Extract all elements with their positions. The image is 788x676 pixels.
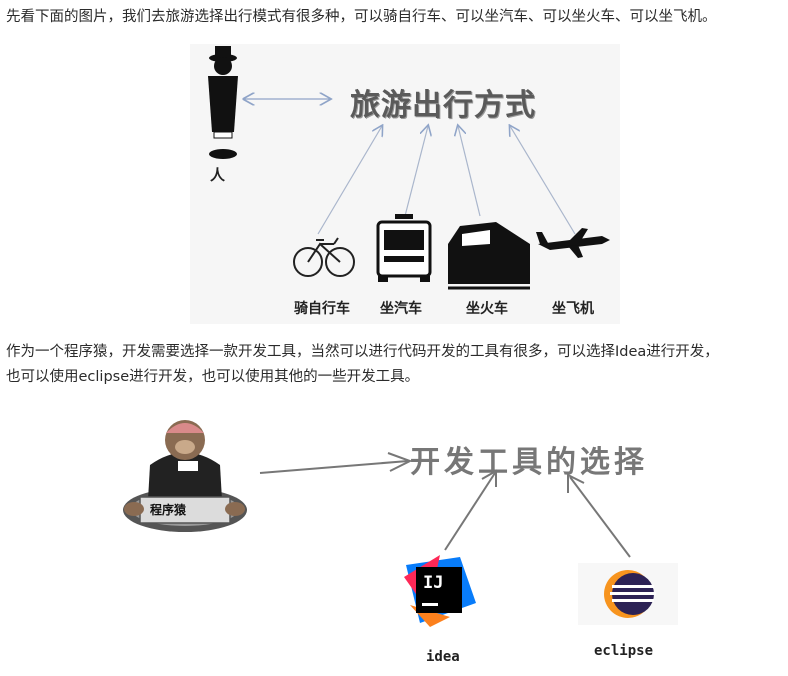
intro-paragraph-3: 也可以使用eclipse进行开发，也可以使用其他的一些开发工具。 [6,369,420,385]
person-icon [208,46,238,159]
programmer-label: 程序猿 [150,503,187,517]
option-train: 坐火车 [466,301,508,317]
intro-paragraph-1: 先看下面的图片，我们去旅游选择出行模式有很多种，可以骑自行车、可以坐汽车、可以坐… [6,9,717,25]
option-bicycle: 骑自行车 [294,301,350,317]
bus-icon [376,214,432,282]
option-plane: 坐飞机 [552,301,594,317]
tool-eclipse-label: eclipse [594,643,654,659]
dev-tools-figure: 开发工具的选择 程序猿 IJ idea eclipse [110,405,710,675]
dev-tools-title: 开发工具的选择 [410,445,648,480]
eclipse-logo-icon [578,563,678,625]
travel-modes-figure: 旅游出行方式 人 骑自行车 坐汽车 坐火车 坐飞机 [190,44,620,324]
intro-paragraph-2: 作为一个程序猿，开发需要选择一款开发工具，当然可以进行代码开发的工具有很多，可以… [6,344,719,360]
plane-icon [536,228,610,258]
option-bus: 坐汽车 [380,301,422,317]
tool-idea-label: idea [426,649,460,665]
bicycle-icon [293,237,355,277]
person-label: 人 [210,166,226,184]
train-icon [448,222,530,290]
idea-logo-text: IJ [423,573,444,593]
travel-title: 旅游出行方式 [350,88,536,123]
